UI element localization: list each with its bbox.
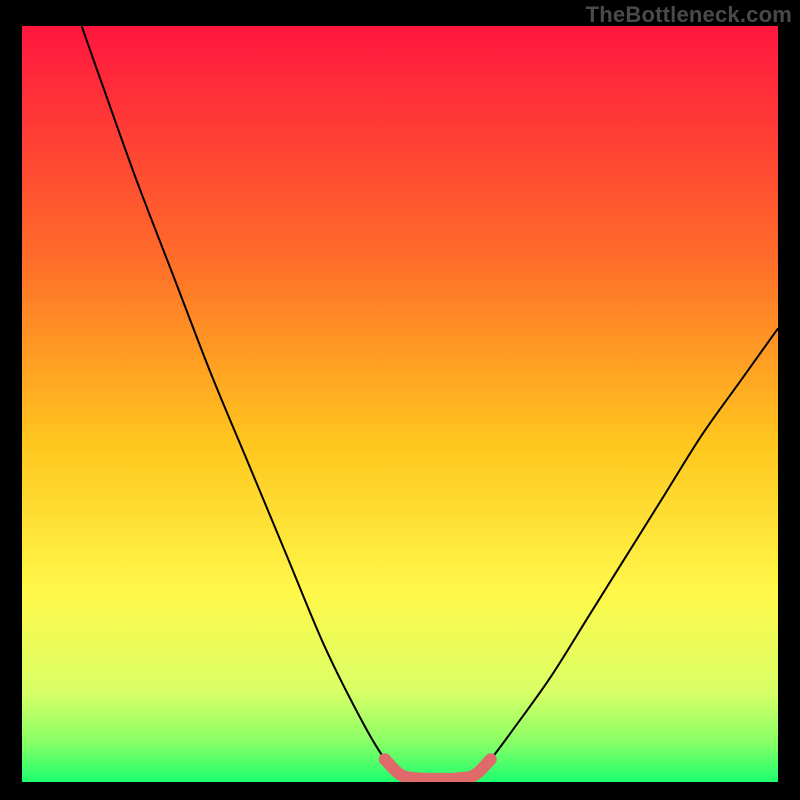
- watermark-text: TheBottleneck.com: [586, 2, 792, 28]
- plot-frame: [22, 26, 778, 782]
- bottleneck-chart: [22, 26, 778, 782]
- chart-stage: TheBottleneck.com: [0, 0, 800, 800]
- gradient-panel: [22, 26, 778, 782]
